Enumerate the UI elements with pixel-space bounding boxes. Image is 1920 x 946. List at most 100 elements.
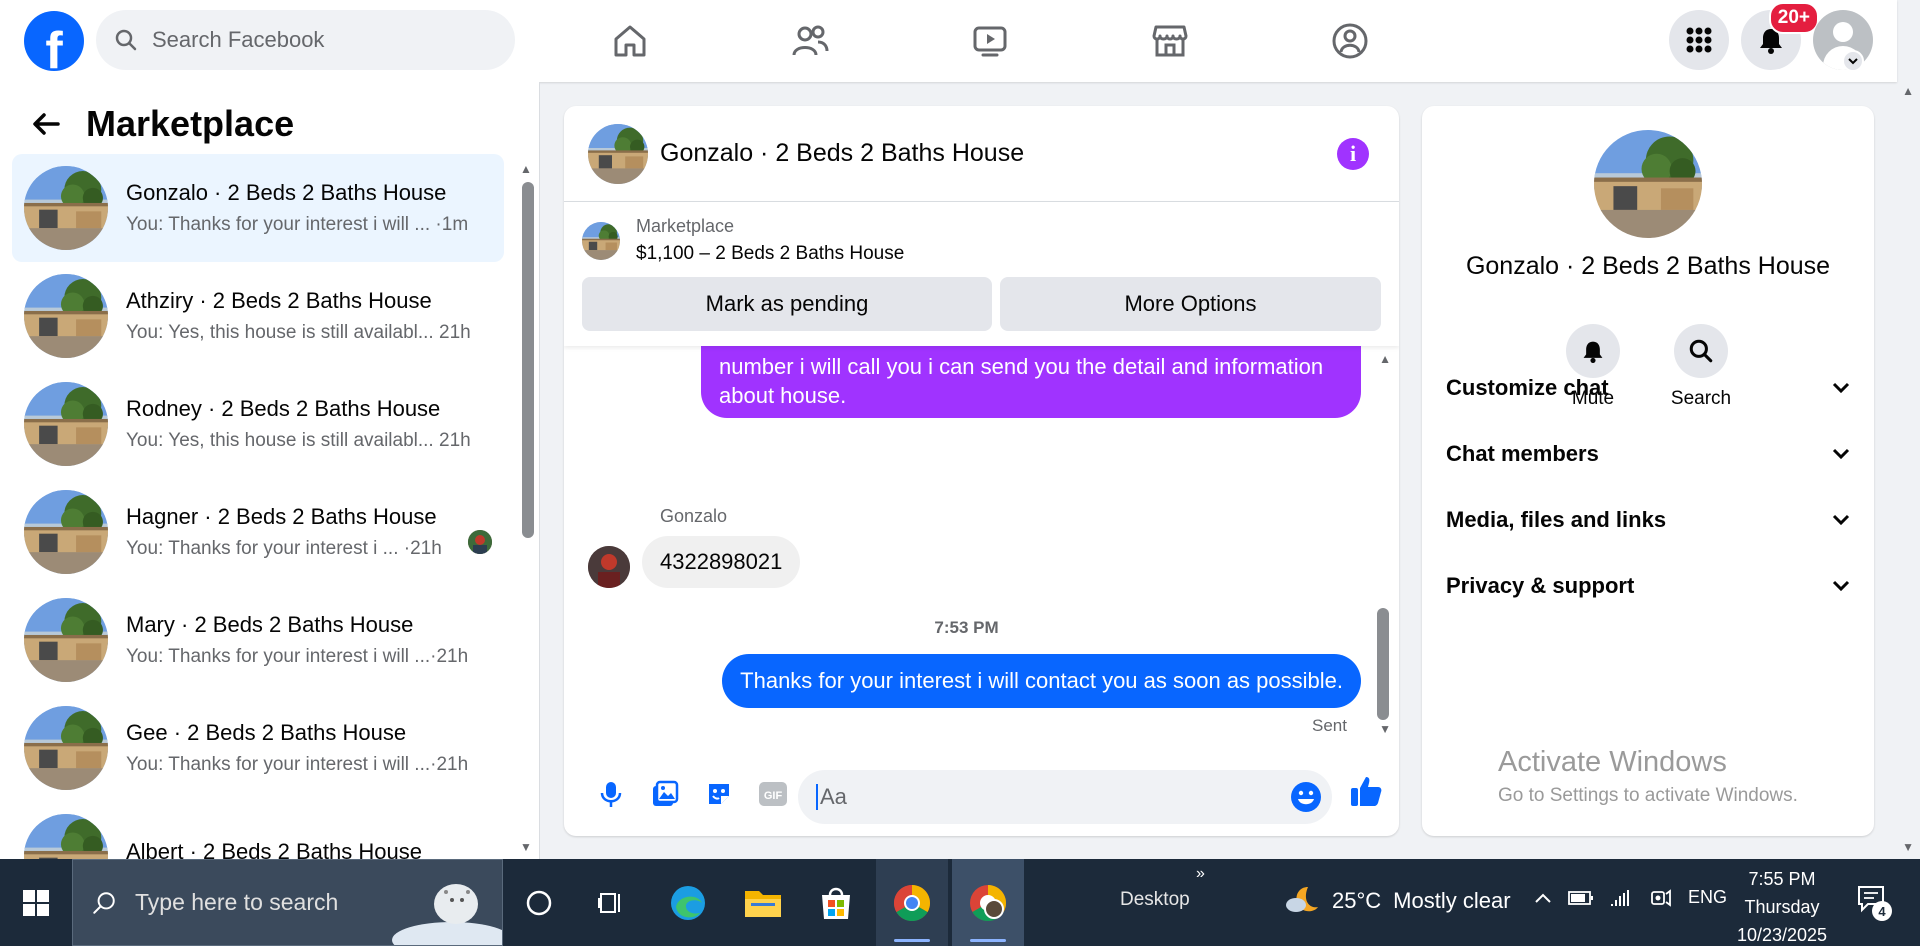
notifications-button[interactable]: 20+ bbox=[1741, 2, 1819, 70]
message-thread: number i will call you i can send you th… bbox=[564, 316, 1399, 746]
file-explorer-app[interactable] bbox=[727, 859, 799, 946]
scroll-up-arrow[interactable]: ▲ bbox=[1379, 352, 1391, 366]
search-facebook-box[interactable] bbox=[96, 10, 515, 70]
scroll-down-arrow[interactable]: ▼ bbox=[1379, 722, 1391, 736]
weather-desc: Mostly clear bbox=[1393, 888, 1511, 913]
taskbar-search[interactable] bbox=[72, 859, 503, 946]
chat-avatar[interactable] bbox=[588, 123, 648, 184]
start-button[interactable] bbox=[0, 859, 72, 946]
video-icon bbox=[973, 26, 1007, 57]
thumbs-up-icon[interactable] bbox=[1349, 774, 1383, 808]
store-icon bbox=[822, 887, 850, 919]
mark-as-pending-button[interactable]: Mark as pending bbox=[582, 277, 992, 331]
sender-name: Gonzalo bbox=[660, 506, 728, 526]
privacy-support-section[interactable]: Privacy & support bbox=[1446, 566, 1850, 606]
task-view-button[interactable] bbox=[575, 859, 647, 946]
weather-widget[interactable]: 25°C Mostly clear bbox=[1282, 883, 1511, 919]
action-center-button[interactable]: 4 bbox=[1856, 883, 1892, 921]
outgoing-message: Thanks for your interest i will contact … bbox=[722, 654, 1361, 708]
search-input[interactable] bbox=[152, 27, 472, 53]
battery-icon[interactable] bbox=[1568, 890, 1594, 906]
conversation-avatar-large[interactable] bbox=[1594, 130, 1702, 238]
listing-price[interactable]: $1,100 – 2 Beds 2 Baths House bbox=[636, 243, 904, 265]
photo-icon bbox=[653, 780, 679, 806]
chat-window: Gonzalo · 2 Beds 2 Baths House i Marketp… bbox=[564, 106, 1399, 836]
marketplace-icon bbox=[1152, 25, 1188, 57]
message-timestamp: 7:53 PM bbox=[934, 618, 999, 637]
info-icon[interactable]: i bbox=[1337, 138, 1369, 170]
taskbar-clock[interactable]: 7:55 PM Thursday 10/23/2025 bbox=[1722, 865, 1842, 946]
desktop-toolbar-label[interactable]: Desktop bbox=[1120, 889, 1190, 911]
customize-chat-section[interactable]: Customize chat bbox=[1446, 368, 1850, 408]
chat-title[interactable]: Gonzalo · 2 Beds 2 Baths House bbox=[660, 139, 1024, 168]
sticker-button[interactable] bbox=[692, 772, 746, 816]
conversation-item[interactable]: Rodney · 2 Beds 2 Baths House You: Yes, … bbox=[12, 370, 504, 478]
message-input[interactable] bbox=[816, 784, 1256, 810]
sender-avatar[interactable] bbox=[588, 546, 630, 588]
nav-groups[interactable] bbox=[1260, 0, 1440, 82]
nav-home[interactable] bbox=[540, 0, 720, 82]
wifi-icon[interactable] bbox=[1610, 888, 1634, 908]
taskbar-search-input[interactable] bbox=[135, 889, 395, 916]
listing-thumbnail[interactable] bbox=[582, 221, 620, 260]
cortana-circle-icon bbox=[526, 890, 552, 915]
sidebar-scrollbar[interactable] bbox=[522, 182, 534, 538]
notification-count-badge: 4 bbox=[1872, 901, 1892, 921]
chevron-down-icon bbox=[1848, 58, 1858, 65]
listing-source: Marketplace bbox=[636, 216, 735, 236]
nav-video[interactable] bbox=[900, 0, 1080, 82]
account-dropdown[interactable] bbox=[1842, 50, 1864, 72]
folder-icon bbox=[745, 890, 781, 917]
chrome-app-2[interactable] bbox=[952, 859, 1024, 946]
page-scroll-up-arrow[interactable]: ▲ bbox=[1902, 84, 1914, 98]
gif-button[interactable]: GIF bbox=[746, 772, 800, 816]
menu-button[interactable] bbox=[1669, 10, 1729, 70]
task-view-cortana-button[interactable] bbox=[503, 859, 575, 946]
more-options-button[interactable]: More Options bbox=[1000, 277, 1381, 331]
attach-photo-button[interactable] bbox=[638, 772, 692, 816]
microphone-icon bbox=[600, 782, 622, 807]
microsoft-store-app[interactable] bbox=[800, 859, 872, 946]
taskbar-overflow-chevron[interactable]: » bbox=[1196, 865, 1205, 883]
scroll-down-arrow[interactable]: ▼ bbox=[520, 840, 532, 854]
conversation-item[interactable]: Gonzalo · 2 Beds 2 Baths House You: Than… bbox=[12, 154, 504, 262]
conversation-item[interactable]: Mary · 2 Beds 2 Baths House You: Thanks … bbox=[12, 586, 504, 694]
sent-status: Sent bbox=[1312, 716, 1347, 735]
marketplace-inbox-sidebar: Marketplace Gonzalo · 2 Beds 2 Baths Hou… bbox=[0, 82, 540, 859]
grid-menu-icon bbox=[1686, 27, 1712, 53]
conversation-item[interactable]: Gee · 2 Beds 2 Baths House You: Thanks f… bbox=[12, 694, 504, 802]
chrome-app-1[interactable] bbox=[876, 859, 948, 946]
page-scroll-down-arrow[interactable]: ▼ bbox=[1902, 840, 1914, 854]
edge-app[interactable] bbox=[652, 859, 724, 946]
search-icon bbox=[93, 891, 115, 914]
activate-windows-watermark: Activate Windows Go to Settings to activ… bbox=[1498, 746, 1798, 806]
back-arrow-icon[interactable] bbox=[30, 108, 62, 140]
windows-logo-icon bbox=[23, 889, 49, 916]
conversation-title: Gonzalo · 2 Beds 2 Baths House bbox=[1465, 252, 1831, 280]
conversation-item[interactable]: Albert · 2 Beds 2 Baths House bbox=[12, 802, 504, 859]
system-tray: ENG bbox=[1534, 887, 1727, 908]
media-files-links-section[interactable]: Media, files and links bbox=[1446, 500, 1850, 540]
chat-members-section[interactable]: Chat members bbox=[1446, 434, 1850, 474]
chevron-up-icon[interactable] bbox=[1534, 892, 1552, 904]
read-receipt-avatar bbox=[468, 530, 492, 554]
nav-friends[interactable] bbox=[720, 0, 900, 82]
weather-temp: 25°C bbox=[1332, 888, 1382, 913]
listing-card: Marketplace $1,100 – 2 Beds 2 Baths Hous… bbox=[564, 202, 1399, 346]
facebook-logo[interactable]: f bbox=[24, 11, 84, 71]
conversation-item[interactable]: Athziry · 2 Beds 2 Baths House You: Yes,… bbox=[12, 262, 504, 370]
listing-thumbnail bbox=[24, 166, 108, 250]
message-input-wrapper[interactable] bbox=[798, 770, 1332, 824]
nav-marketplace[interactable] bbox=[1080, 0, 1260, 82]
search-icon bbox=[115, 29, 137, 51]
snow-leopard-search-highlight-icon bbox=[392, 884, 502, 945]
chat-scrollbar[interactable] bbox=[1377, 608, 1389, 720]
search-icon bbox=[1689, 339, 1713, 363]
conversation-item[interactable]: Hagner · 2 Beds 2 Baths House You: Thank… bbox=[12, 478, 504, 586]
emoji-icon[interactable] bbox=[1290, 781, 1322, 813]
chrome-icon bbox=[893, 884, 931, 921]
volume-icon[interactable] bbox=[1650, 888, 1672, 908]
scroll-up-arrow[interactable]: ▲ bbox=[520, 162, 532, 176]
voice-clip-button[interactable] bbox=[584, 772, 638, 816]
friends-icon bbox=[792, 25, 829, 56]
